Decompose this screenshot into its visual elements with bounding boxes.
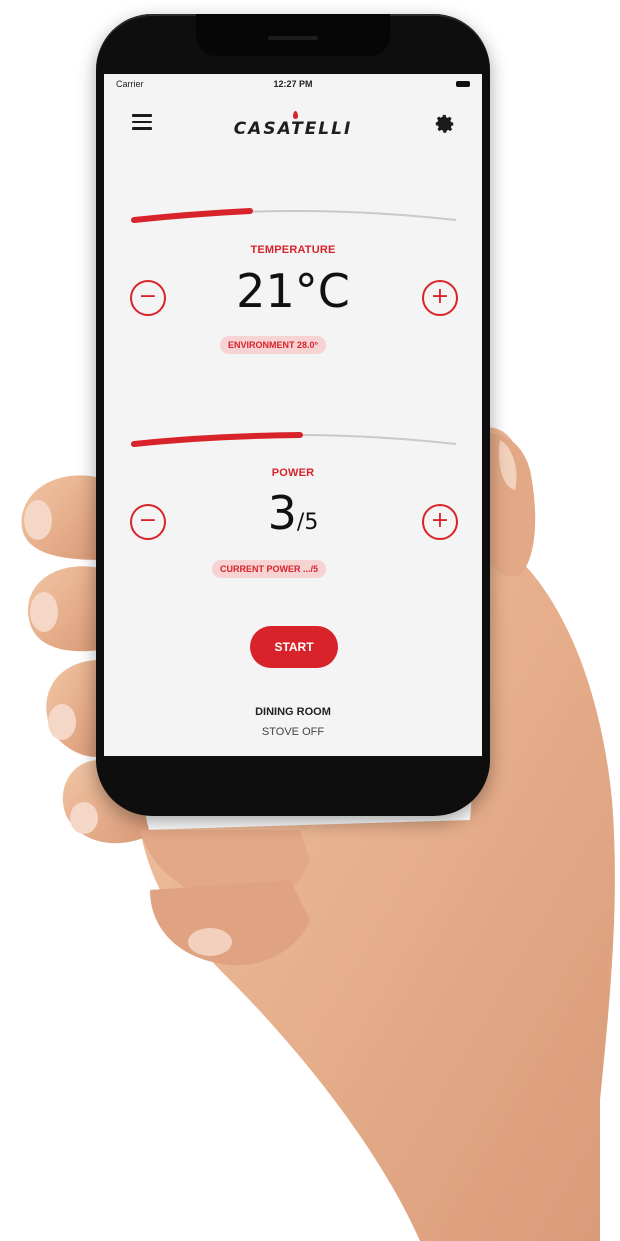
temperature-label: TEMPERATURE — [250, 244, 336, 256]
environment-badge: ENVIRONMENT 28.0° — [220, 336, 327, 354]
phone-device: Carrier 12:27 PM CASATELLI TEMPERATURE 2… — [96, 14, 490, 816]
power-label: POWER — [271, 467, 315, 479]
phone-notch — [196, 14, 390, 56]
power-increase-button[interactable]: + — [422, 504, 458, 540]
status-bar: Carrier 12:27 PM — [104, 74, 482, 96]
brand-name: CASATELLI — [233, 119, 353, 139]
flame-icon — [293, 111, 298, 119]
battery-icon — [456, 81, 470, 87]
gear-icon[interactable] — [434, 113, 456, 135]
start-button[interactable]: START — [250, 626, 338, 668]
power-decrease-button[interactable]: − — [130, 504, 166, 540]
stove-status: STOVE OFF — [261, 726, 325, 738]
power-level: 3 — [267, 486, 297, 540]
app-screen: Carrier 12:27 PM CASATELLI TEMPERATURE 2… — [104, 74, 482, 756]
temperature-slider[interactable] — [130, 204, 460, 230]
temperature-decrease-button[interactable]: − — [130, 280, 166, 316]
power-slider[interactable] — [130, 428, 460, 454]
current-power-badge: CURRENT POWER .../5 — [212, 560, 327, 578]
clock: 12:27 PM — [273, 79, 313, 89]
app-header: CASATELLI — [104, 96, 482, 156]
brand-logo: CASATELLI — [104, 119, 482, 139]
temperature-increase-button[interactable]: + — [422, 280, 458, 316]
power-max: /5 — [296, 510, 319, 535]
room-name: DINING ROOM — [255, 706, 331, 718]
